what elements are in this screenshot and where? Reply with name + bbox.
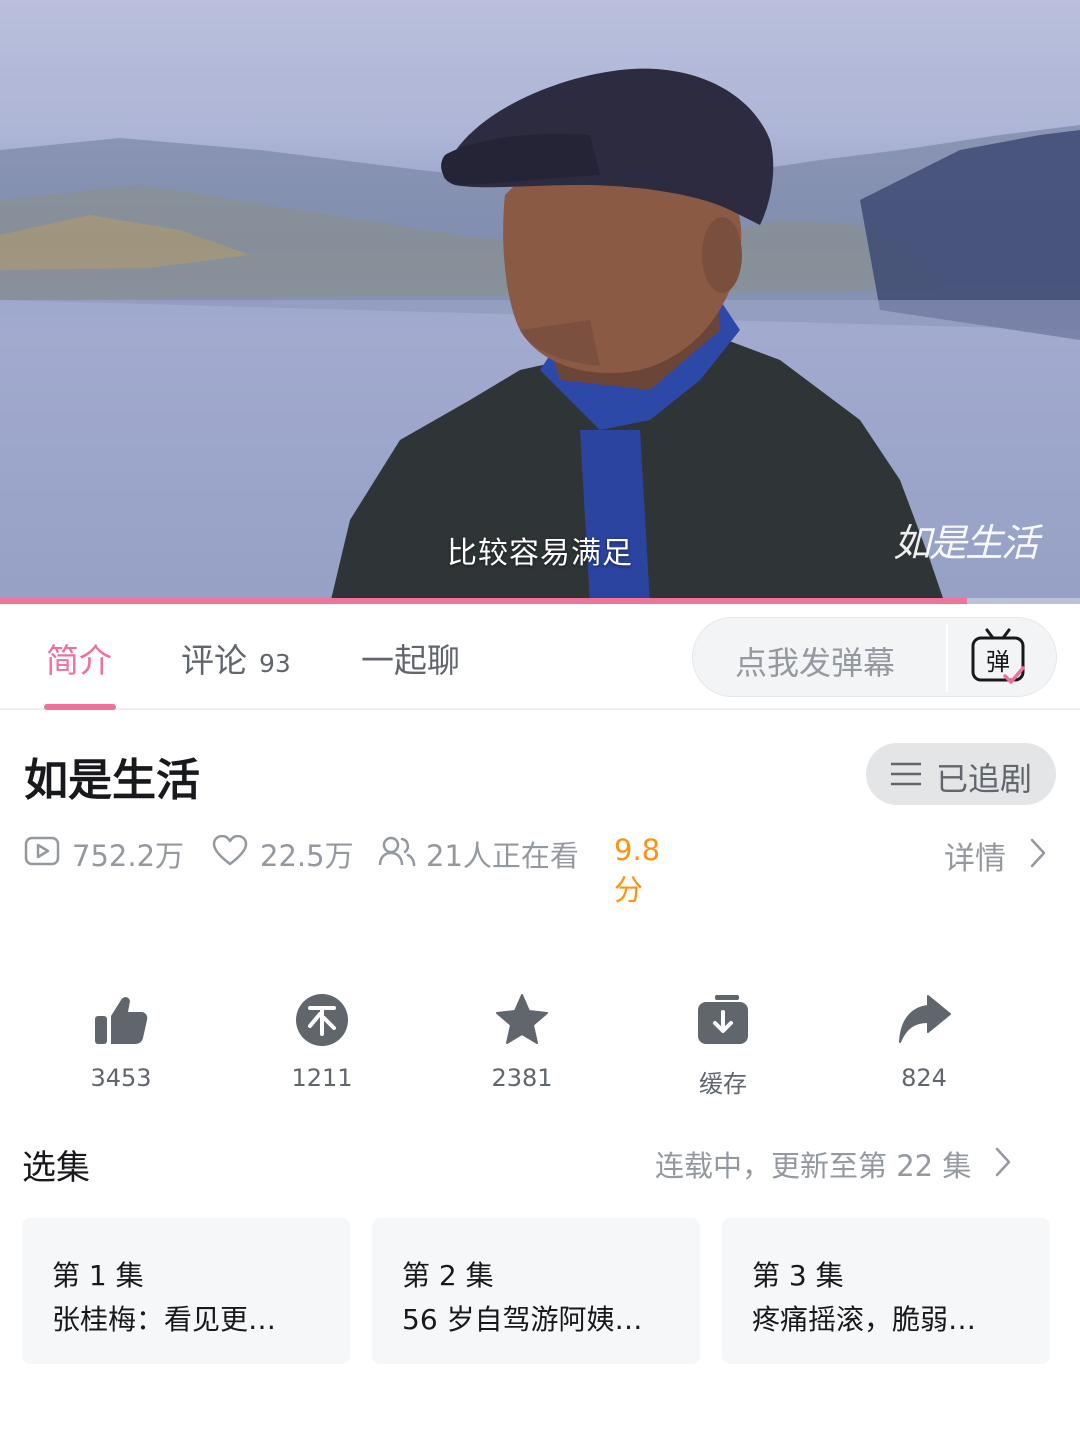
like-button-count: 3453 [90, 1064, 152, 1092]
download-button-label: 缓存 [699, 1070, 747, 1098]
video-player[interactable]: 比较容易满足 如是生活 [0, 0, 1080, 604]
play-icon [24, 836, 60, 866]
favorite-button[interactable]: 2381 [447, 992, 597, 1092]
follow-series-label: 已追剧 [936, 760, 1033, 798]
danmaku-placeholder: 点我发弹幕 [735, 644, 896, 682]
episodes-status-link[interactable]: 连载中，更新至第 22 集 [655, 1143, 1011, 1185]
follow-series-button[interactable]: 已追剧 [866, 743, 1056, 805]
episode-number: 第 2 集 [402, 1259, 494, 1292]
danmaku-input[interactable]: 点我发弹幕 弹 [692, 617, 1057, 697]
show-title: 如是生活 [24, 755, 200, 806]
channel-watermark-logo: 如是生活 [893, 521, 1039, 565]
episode-name: 张桂梅：看见更… [52, 1303, 277, 1336]
episode-card[interactable]: 第 2 集 56 岁自驾游阿姨… [372, 1218, 700, 1364]
danmaku-toggle-icon[interactable]: 弹 [963, 626, 1033, 690]
episode-number: 第 3 集 [752, 1259, 844, 1292]
list-icon [891, 762, 921, 786]
episodes-status-text: 连载中，更新至第 22 集 [655, 1149, 972, 1183]
tab-chat-label: 一起聊 [361, 641, 460, 680]
tab-intro-label: 简介 [46, 641, 112, 680]
heart-icon [212, 835, 248, 866]
episode-card[interactable]: 第 3 集 疼痛摇滚，脆弱… [722, 1218, 1050, 1364]
share-button[interactable]: 824 [849, 992, 999, 1092]
danmaku-icon-char: 弹 [986, 648, 1010, 676]
watching-count-value: 21人正在看 [426, 839, 579, 873]
danmaku-divider [946, 624, 948, 692]
tab-intro[interactable]: 简介 [46, 634, 112, 682]
details-link[interactable]: 详情 [944, 833, 1046, 878]
coin-icon [296, 994, 348, 1046]
favorite-button-count: 2381 [491, 1064, 553, 1092]
star-icon [496, 994, 548, 1044]
share-icon [899, 995, 951, 1043]
viewers-icon [378, 836, 416, 867]
download-button[interactable]: 缓存 [648, 992, 798, 1099]
play-count-value: 752.2万 [72, 839, 185, 873]
active-tab-indicator [44, 704, 116, 710]
episode-name: 疼痛摇滚，脆弱… [752, 1303, 977, 1336]
like-count-value: 22.5万 [260, 839, 354, 873]
coin-button[interactable]: 1211 [247, 992, 397, 1092]
like-button[interactable]: 3453 [46, 992, 196, 1092]
details-label: 详情 [944, 841, 1006, 877]
coin-button-count: 1211 [291, 1064, 353, 1092]
tab-chat[interactable]: 一起聊 [361, 634, 460, 682]
rating-score: 9.8分 [614, 833, 661, 907]
tab-comments-label: 评论 [181, 641, 247, 680]
download-icon [698, 995, 748, 1044]
thumbs-up-icon [95, 997, 148, 1044]
episode-card[interactable]: 第 1 集 张桂梅：看见更… [22, 1218, 350, 1364]
chevron-right-icon [995, 1147, 1011, 1177]
episodes-heading: 选集 [22, 1148, 90, 1188]
episode-name: 56 岁自驾游阿姨… [402, 1303, 643, 1336]
tab-comments-count: 93 [259, 649, 291, 678]
share-button-count: 824 [901, 1064, 947, 1092]
episode-number: 第 1 集 [52, 1259, 144, 1292]
tab-comments[interactable]: 评论 93 [181, 634, 291, 682]
chevron-right-icon [1030, 838, 1046, 868]
